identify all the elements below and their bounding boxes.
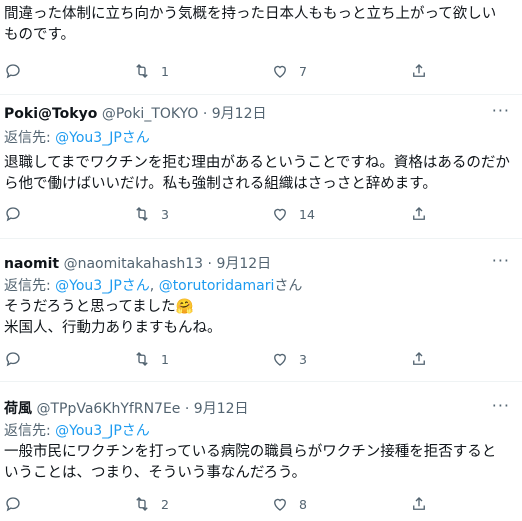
reply-to-link[interactable]: @You3_JPさん <box>55 423 150 439</box>
retweet-button[interactable]: 1 <box>133 62 169 80</box>
heart-icon <box>274 208 286 221</box>
retweet-icon <box>136 64 148 78</box>
like-button[interactable]: 7 <box>271 62 307 80</box>
reply-icon <box>6 207 20 222</box>
more-options-icon[interactable]: ··· <box>492 396 510 415</box>
share-button[interactable] <box>410 62 428 80</box>
share-button[interactable] <box>410 205 428 223</box>
retweet-count: 3 <box>161 206 169 222</box>
reply-icon <box>6 352 20 367</box>
more-options-icon[interactable]: ··· <box>492 251 510 270</box>
share-icon <box>413 497 425 510</box>
reply-context: 返信先: @You3_JPさん <box>4 127 150 147</box>
tweet-header: 荷風 @TPpVa6KhYfRN7Ee · 9月12日 <box>4 398 249 418</box>
separator-dot: · <box>184 401 190 417</box>
heart-icon <box>274 65 286 78</box>
heart-icon <box>274 353 286 366</box>
display-name[interactable]: 荷風 <box>4 401 32 417</box>
tweet-header: naomit @naomitakahash13 · 9月12日 <box>4 253 271 273</box>
like-count: 7 <box>299 63 307 79</box>
reply-button[interactable] <box>4 350 32 368</box>
reply-icon <box>6 497 20 512</box>
heart-icon <box>274 498 286 511</box>
retweet-button[interactable]: 1 <box>133 350 169 368</box>
tweet[interactable]: 間違った体制に立ち向かう気概を持った日本人ももっと立ち上がって欲しいものです。 … <box>0 0 522 95</box>
reply-prefix: 返信先: <box>4 423 56 439</box>
reply-context: 返信先: @You3_JPさん <box>4 420 150 440</box>
retweet-button[interactable]: 3 <box>133 205 169 223</box>
reply-icon <box>6 64 20 79</box>
reply-to-link[interactable]: @You3_JPさん <box>55 278 150 294</box>
retweet-count: 2 <box>161 496 169 512</box>
share-icon <box>413 352 425 365</box>
reply-context: 返信先: @You3_JPさん, @torutoridamariさん <box>4 275 302 295</box>
reply-button[interactable] <box>4 62 32 80</box>
more-options-icon[interactable]: ··· <box>492 101 510 120</box>
reply-suffix: さん <box>274 278 303 294</box>
tweet-actions: 1 7 <box>0 62 522 82</box>
tweet[interactable]: 荷風 @TPpVa6KhYfRN7Ee · 9月12日 ··· 返信先: @Yo… <box>0 382 522 521</box>
like-button[interactable]: 8 <box>271 495 307 513</box>
tweet-date[interactable]: 9月12日 <box>216 256 271 272</box>
share-icon <box>413 207 425 220</box>
reply-prefix: 返信先: <box>4 278 56 294</box>
share-button[interactable] <box>410 350 428 368</box>
retweet-icon <box>136 352 148 366</box>
tweet[interactable]: Poki@Tokyo @Poki_TOKYO · 9月12日 ··· 返信先: … <box>0 95 522 239</box>
tweet-text: 退職してまでワクチンを拒む理由があるということですね。資格はあるのだから他で働け… <box>4 155 510 192</box>
retweet-count: 1 <box>161 63 169 79</box>
retweet-icon <box>136 207 148 221</box>
display-name[interactable]: Poki@Tokyo <box>4 106 97 122</box>
retweet-button[interactable]: 2 <box>133 495 169 513</box>
retweet-icon <box>136 497 148 511</box>
tweet-date[interactable]: 9月12日 <box>194 401 249 417</box>
user-handle[interactable]: @Poki_TOKYO <box>102 106 199 122</box>
tweet-actions: 3 14 <box>0 205 522 225</box>
reply-to-link-2[interactable]: @torutoridamari <box>159 278 275 294</box>
reply-to-link[interactable]: @You3_JPさん <box>55 130 150 146</box>
like-button[interactable]: 3 <box>271 350 307 368</box>
reply-prefix: 返信先: <box>4 130 56 146</box>
tweet-actions: 2 8 <box>0 495 522 515</box>
like-button[interactable]: 14 <box>271 205 315 223</box>
tweet-actions: 1 3 <box>0 350 522 370</box>
tweet[interactable]: naomit @naomitakahash13 · 9月12日 ··· 返信先:… <box>0 239 522 382</box>
reply-button[interactable] <box>4 205 32 223</box>
tweet-date[interactable]: 9月12日 <box>212 106 267 122</box>
share-icon <box>413 64 425 77</box>
separator-dot: · <box>207 256 212 272</box>
display-name[interactable]: naomit <box>4 256 59 272</box>
share-button[interactable] <box>410 495 428 513</box>
retweet-count: 1 <box>161 351 169 367</box>
tweet-header: Poki@Tokyo @Poki_TOKYO · 9月12日 <box>4 103 266 123</box>
reply-button[interactable] <box>4 495 32 513</box>
like-count: 8 <box>299 496 307 512</box>
like-count: 3 <box>299 351 307 367</box>
tweet-text: 一般市民にワクチンを打っている病院の職員らがワクチン接種を拒否するということは、… <box>4 444 497 481</box>
tweet-text: 間違った体制に立ち向かう気概を持った日本人ももっと立ち上がって欲しいものです。 <box>4 6 497 43</box>
like-count: 14 <box>299 206 315 222</box>
reply-join: , <box>149 278 159 294</box>
user-handle[interactable]: @TPpVa6KhYfRN7Ee <box>36 401 180 417</box>
tweet-text: そうだろうと思ってました🤗 米国人、行動力ありますもんね。 <box>4 299 222 336</box>
user-handle[interactable]: @naomitakahash13 <box>64 256 204 272</box>
separator-dot: · <box>202 106 208 122</box>
